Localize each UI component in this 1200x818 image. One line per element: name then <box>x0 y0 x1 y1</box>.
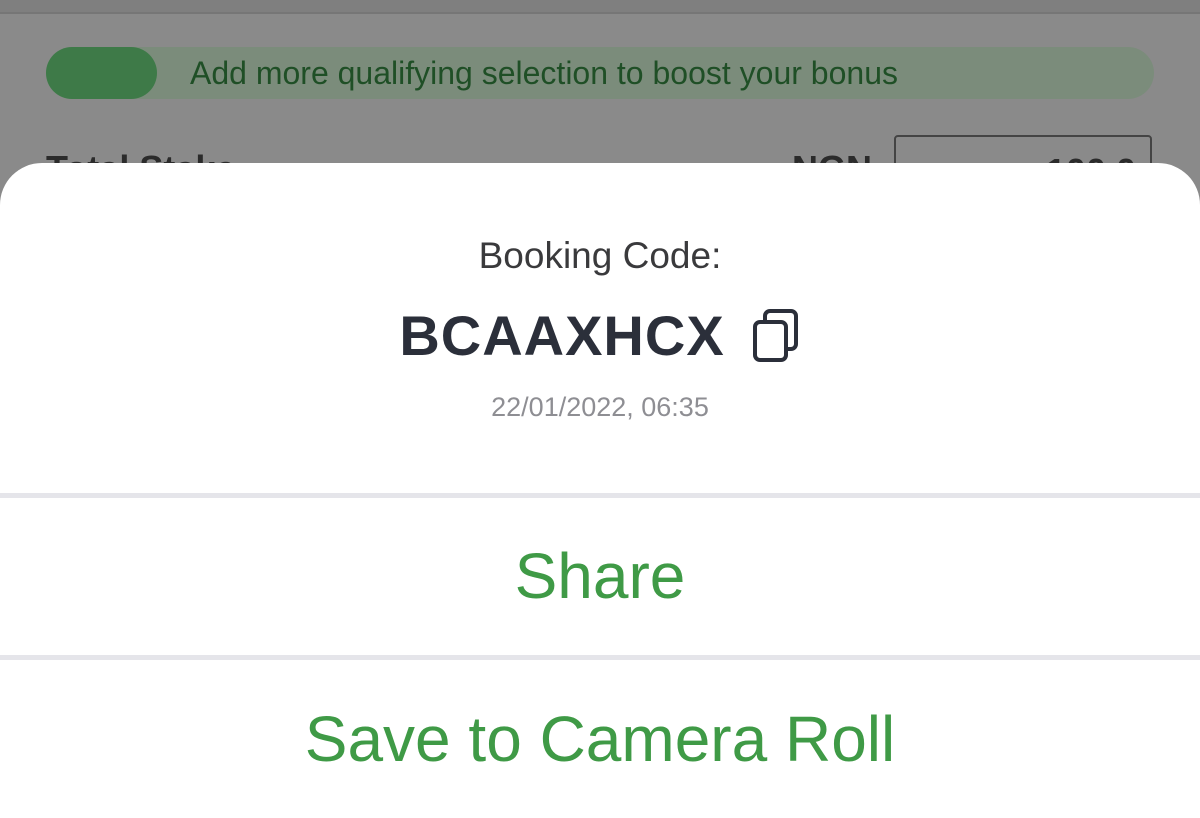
save-to-camera-roll-button[interactable]: Save to Camera Roll <box>0 660 1200 818</box>
bonus-progress-fill <box>46 47 157 99</box>
bonus-bar-text: Add more qualifying selection to boost y… <box>190 55 898 91</box>
booking-timestamp: 22/01/2022, 06:35 <box>491 392 709 422</box>
booking-code-row: BCAAXHCX <box>0 303 1200 368</box>
booking-code-section: Booking Code: BCAAXHCX 22/01/2022, 06:35 <box>0 163 1200 493</box>
booking-code-value: BCAAXHCX <box>399 304 725 367</box>
booking-code-screen: Add more qualifying selection to boost y… <box>0 0 1200 818</box>
share-button[interactable]: Share <box>0 498 1200 655</box>
booking-code-caption: Booking Code: <box>478 235 722 276</box>
bonus-progress-bar: Add more qualifying selection to boost y… <box>46 47 1154 99</box>
booking-code-sheet: Booking Code: BCAAXHCX 22/01/2022, 06:35… <box>0 163 1200 818</box>
background-top-edge <box>0 0 1200 14</box>
copy-icon[interactable] <box>751 308 801 364</box>
